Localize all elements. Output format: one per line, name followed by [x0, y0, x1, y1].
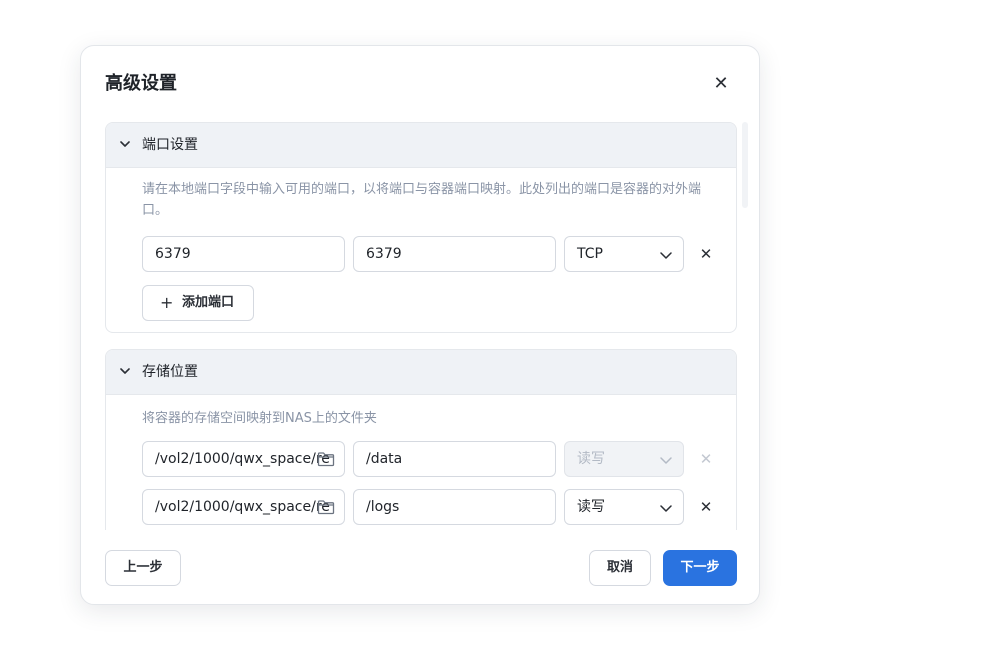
chevron-down-icon — [660, 457, 672, 464]
protocol-select-value: TCP — [577, 246, 603, 262]
port-settings-description: 请在本地端口字段中输入可用的端口，以将端口与容器端口映射。此处列出的端口是容器的… — [142, 182, 702, 218]
port-settings-header[interactable]: 端口设置 — [106, 123, 736, 168]
host-path-input[interactable]: /vol2/1000/qwx_space/re — [142, 489, 345, 525]
local-port-input[interactable]: 6379 — [142, 236, 345, 272]
storage-section: 存储位置 将容器的存储空间映射到NAS上的文件夹 /vol2/1000/qwx_… — [105, 349, 737, 530]
advanced-settings-dialog: 高级设置 ✕ 端口设置 请在本地端口字段中输入可用的端口，以将端口与容器端口映射… — [80, 45, 760, 605]
port-settings-title: 端口设置 — [142, 137, 198, 153]
storage-title: 存储位置 — [142, 364, 198, 380]
permission-select[interactable]: 读写 — [564, 489, 684, 525]
dialog-title: 高级设置 — [105, 73, 177, 94]
container-path-input[interactable]: /data — [353, 441, 556, 477]
chevron-down-icon — [660, 252, 672, 259]
chevron-down-icon — [660, 505, 672, 512]
port-settings-section: 端口设置 请在本地端口字段中输入可用的端口，以将端口与容器端口映射。此处列出的端… — [105, 122, 737, 333]
storage-description: 将容器的存储空间映射到NAS上的文件夹 — [142, 411, 377, 426]
permission-select-value: 读写 — [577, 499, 605, 515]
add-port-button[interactable]: + 添加端口 — [142, 285, 254, 321]
cancel-button[interactable]: 取消 — [589, 550, 651, 586]
settings-scroll-area[interactable]: 端口设置 请在本地端口字段中输入可用的端口，以将端口与容器端口映射。此处列出的端… — [105, 122, 737, 530]
add-port-label: 添加端口 — [182, 295, 235, 310]
folder-icon[interactable] — [317, 451, 335, 467]
close-icon[interactable]: ✕ — [709, 72, 733, 96]
permission-select: 读写 — [564, 441, 684, 477]
remove-storage-button: ✕ — [699, 450, 713, 468]
container-path-input[interactable]: /logs — [353, 489, 556, 525]
plus-icon: + — [160, 293, 174, 312]
container-port-input[interactable]: 6379 — [353, 236, 556, 272]
remove-port-button[interactable]: ✕ — [696, 244, 716, 264]
previous-step-button[interactable]: 上一步 — [105, 550, 181, 586]
permission-select-value: 读写 — [577, 451, 605, 467]
next-step-button[interactable]: 下一步 — [663, 550, 737, 586]
storage-header[interactable]: 存储位置 — [106, 350, 736, 395]
host-path-input[interactable]: /vol2/1000/qwx_space/re — [142, 441, 345, 477]
chevron-down-icon — [120, 368, 130, 374]
scrollbar[interactable] — [742, 122, 748, 208]
remove-storage-button[interactable]: ✕ — [696, 497, 716, 517]
chevron-down-icon — [120, 141, 130, 147]
protocol-select[interactable]: TCP — [564, 236, 684, 272]
folder-icon[interactable] — [317, 499, 335, 515]
